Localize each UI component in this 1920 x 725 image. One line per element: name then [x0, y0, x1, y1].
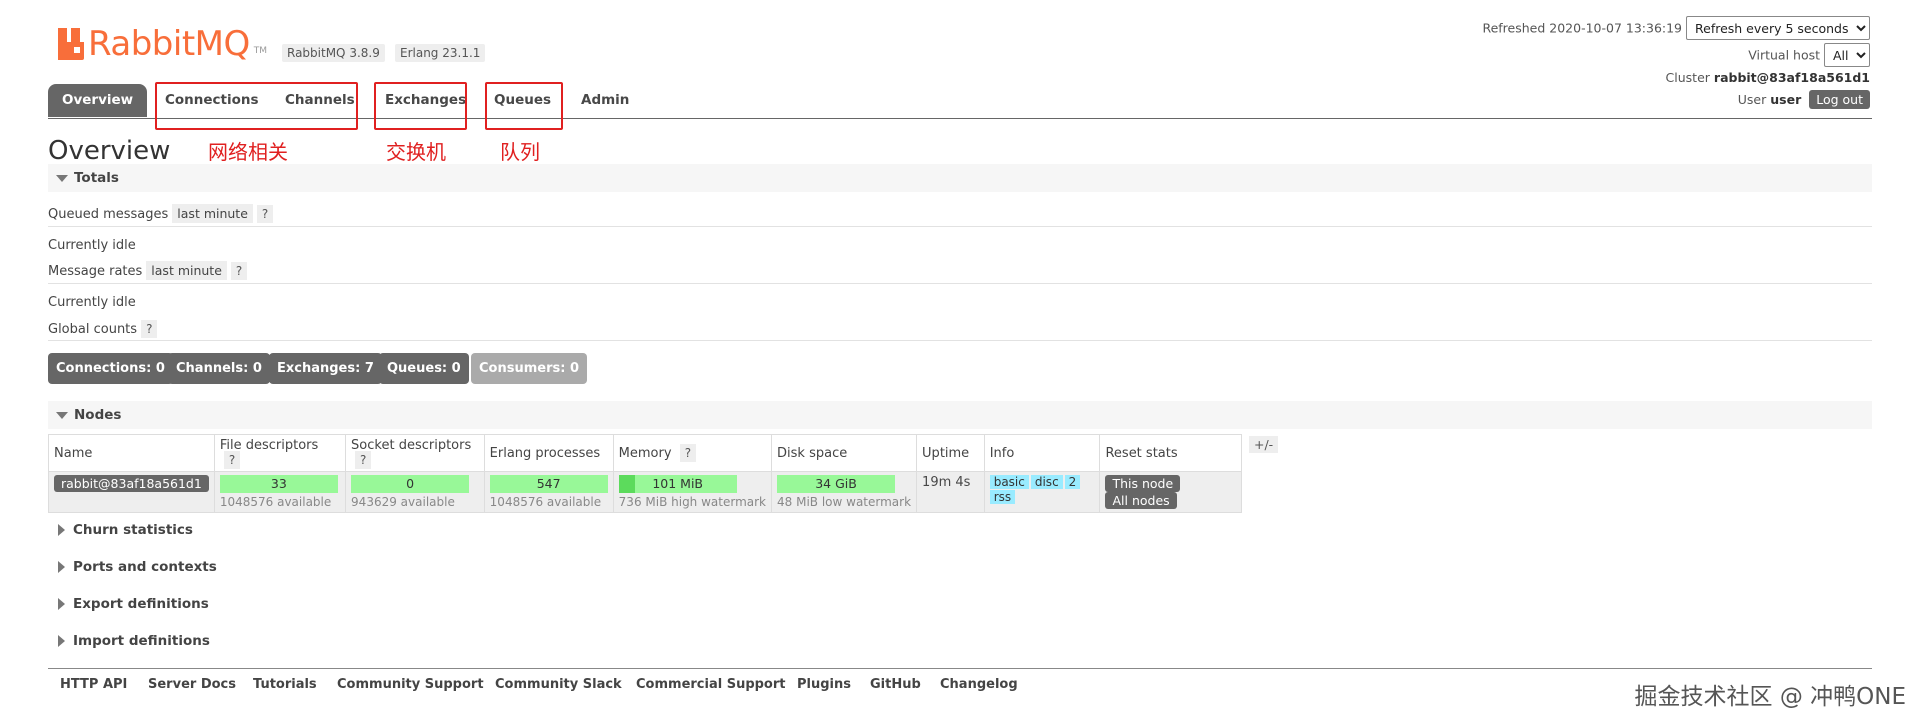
- footer-link-community-slack[interactable]: Community Slack: [495, 677, 622, 692]
- columns-toggle-button[interactable]: +/-: [1249, 436, 1279, 453]
- virtual-host-row: Virtual host All: [1748, 43, 1870, 67]
- message-rates-label: Message rates: [48, 264, 143, 279]
- annotation-box-exchanges: [374, 82, 467, 130]
- info-tag-basic: basic: [989, 475, 1029, 489]
- cluster-label: Cluster: [1665, 70, 1710, 85]
- help-icon[interactable]: ?: [679, 443, 697, 462]
- queued-messages-row: Queued messages last minute?: [48, 204, 274, 223]
- annotation-exchange: 交换机: [386, 140, 446, 164]
- memory-watermark: 736 MiB high watermark: [618, 495, 767, 509]
- col-info: Info: [983, 434, 1101, 472]
- cluster-row: Cluster rabbit@83af18a561d1: [1666, 70, 1870, 85]
- channels-count-badge[interactable]: Channels: 0: [168, 353, 270, 384]
- watermark: 掘金技术社区 @ 冲鸭ONE: [1634, 684, 1906, 710]
- disk-space-watermark: 48 MiB low watermark: [777, 495, 912, 509]
- refreshed-timestamp: Refreshed 2020-10-07 13:36:19: [1482, 20, 1683, 36]
- col-name: Name: [48, 434, 215, 472]
- info-cell: basic disc 2 rss: [983, 471, 1101, 513]
- col-uptime: Uptime: [916, 434, 985, 472]
- queued-messages-label: Queued messages: [48, 207, 169, 222]
- col-file-descriptors: File descriptors ?: [213, 434, 347, 472]
- footer-link-plugins[interactable]: Plugins: [797, 677, 851, 692]
- node-name-link[interactable]: rabbit@83af18a561d1: [54, 475, 209, 492]
- info-tag-rss: rss: [989, 490, 1016, 504]
- annotation-box-queues: [485, 82, 563, 130]
- virtual-host-select[interactable]: All: [1824, 43, 1870, 67]
- col-reset-stats: Reset stats: [1099, 434, 1242, 472]
- reset-all-nodes-button[interactable]: All nodes: [1105, 492, 1177, 509]
- totals-section-toggle[interactable]: Totals: [48, 164, 1872, 192]
- nodes-section-toggle[interactable]: Nodes: [48, 401, 1872, 429]
- logo-tm: TM: [253, 46, 268, 56]
- footer-link-github[interactable]: GitHub: [870, 677, 921, 692]
- message-rates-help[interactable]: ?: [230, 262, 248, 280]
- footer-link-changelog[interactable]: Changelog: [940, 677, 1018, 692]
- refresh-row: Refreshed 2020-10-07 13:36:19 Refresh ev…: [1482, 16, 1870, 40]
- erlang-processes-bar: 547: [489, 475, 608, 493]
- help-icon[interactable]: ?: [223, 451, 241, 469]
- virtual-host-label: Virtual host: [1748, 47, 1821, 63]
- message-rates-idle: Currently idle: [48, 295, 136, 310]
- queued-messages-help[interactable]: ?: [256, 205, 274, 223]
- rabbitmq-logo-icon: [58, 28, 84, 60]
- reset-this-node-button[interactable]: This node: [1105, 475, 1181, 492]
- footer-link-server-docs[interactable]: Server Docs: [148, 677, 236, 692]
- info-tag-count: 2: [1064, 475, 1081, 489]
- disk-space-bar: 34 GiB: [777, 475, 896, 493]
- queues-count-badge[interactable]: Queues: 0: [379, 353, 469, 384]
- nodes-table: Name File descriptors ? Socket descripto…: [48, 434, 1242, 513]
- collapse-triangle-icon: [56, 412, 68, 419]
- uptime-value: 19m 4s: [916, 471, 985, 513]
- memory-bar: 101 MiB: [618, 475, 737, 493]
- collapse-triangle-icon: [56, 175, 68, 182]
- global-counts-row: Global counts?: [48, 320, 158, 338]
- erlang-processes-available: 1048576 available: [489, 495, 602, 509]
- footer: HTTP API Server Docs Tutorials Community…: [48, 668, 1872, 693]
- global-counts-help[interactable]: ?: [141, 320, 158, 338]
- rabbitmq-version: RabbitMQ 3.8.9: [282, 44, 385, 62]
- tab-overview[interactable]: Overview: [48, 84, 148, 117]
- nodes-table-header: Name File descriptors ? Socket descripto…: [48, 434, 1242, 472]
- col-erlang-processes: Erlang processes: [483, 434, 614, 472]
- expand-triangle-icon: [58, 635, 65, 647]
- annotation-box-network: [155, 82, 358, 130]
- refresh-interval-select[interactable]: Refresh every 5 seconds: [1686, 16, 1870, 40]
- exchanges-count-badge[interactable]: Exchanges: 7: [269, 353, 382, 384]
- info-tag-disc: disc: [1030, 475, 1063, 489]
- cluster-name: rabbit@83af18a561d1: [1713, 70, 1870, 85]
- global-counts-label: Global counts: [48, 322, 138, 337]
- logo-text: RabbitMQ: [88, 24, 250, 64]
- page-title: Overview: [48, 136, 171, 166]
- socket-descriptors-bar: 0: [351, 475, 470, 493]
- expand-triangle-icon: [58, 524, 65, 536]
- message-rates-row: Message rates last minute?: [48, 261, 248, 280]
- message-rates-range[interactable]: last minute: [146, 261, 227, 280]
- col-disk-space: Disk space: [771, 434, 918, 472]
- queued-messages-idle: Currently idle: [48, 238, 136, 253]
- tab-admin[interactable]: Admin: [581, 84, 629, 117]
- footer-link-http-api[interactable]: HTTP API: [60, 677, 127, 692]
- file-descriptors-bar: 33: [219, 475, 338, 493]
- help-icon[interactable]: ?: [355, 451, 372, 469]
- consumers-count-badge[interactable]: Consumers: 0: [471, 353, 588, 384]
- erlang-version: Erlang 23.1.1: [395, 44, 486, 62]
- connections-count-badge[interactable]: Connections: 0: [48, 353, 173, 384]
- nodes-title: Nodes: [74, 407, 122, 423]
- queued-messages-range[interactable]: last minute: [172, 204, 253, 223]
- rabbitmq-logo: RabbitMQ TM: [58, 22, 267, 66]
- footer-link-community-support[interactable]: Community Support: [337, 677, 484, 692]
- expand-triangle-icon: [58, 598, 65, 610]
- table-row: rabbit@83af18a561d1 33 1048576 available …: [48, 471, 1242, 513]
- footer-link-tutorials[interactable]: Tutorials: [253, 677, 317, 692]
- expand-triangle-icon: [58, 561, 65, 573]
- annotation-network: 网络相关: [208, 140, 288, 164]
- col-memory: Memory ?: [612, 434, 773, 472]
- totals-title: Totals: [74, 170, 119, 186]
- file-descriptors-available: 1048576 available: [219, 495, 332, 509]
- col-socket-descriptors: Socket descriptors ?: [345, 434, 485, 472]
- socket-descriptors-available: 943629 available: [351, 495, 455, 509]
- reset-stats-cell: This node All nodes: [1099, 471, 1242, 513]
- annotation-queue: 队列: [500, 140, 540, 164]
- footer-link-commercial-support[interactable]: Commercial Support: [636, 677, 786, 692]
